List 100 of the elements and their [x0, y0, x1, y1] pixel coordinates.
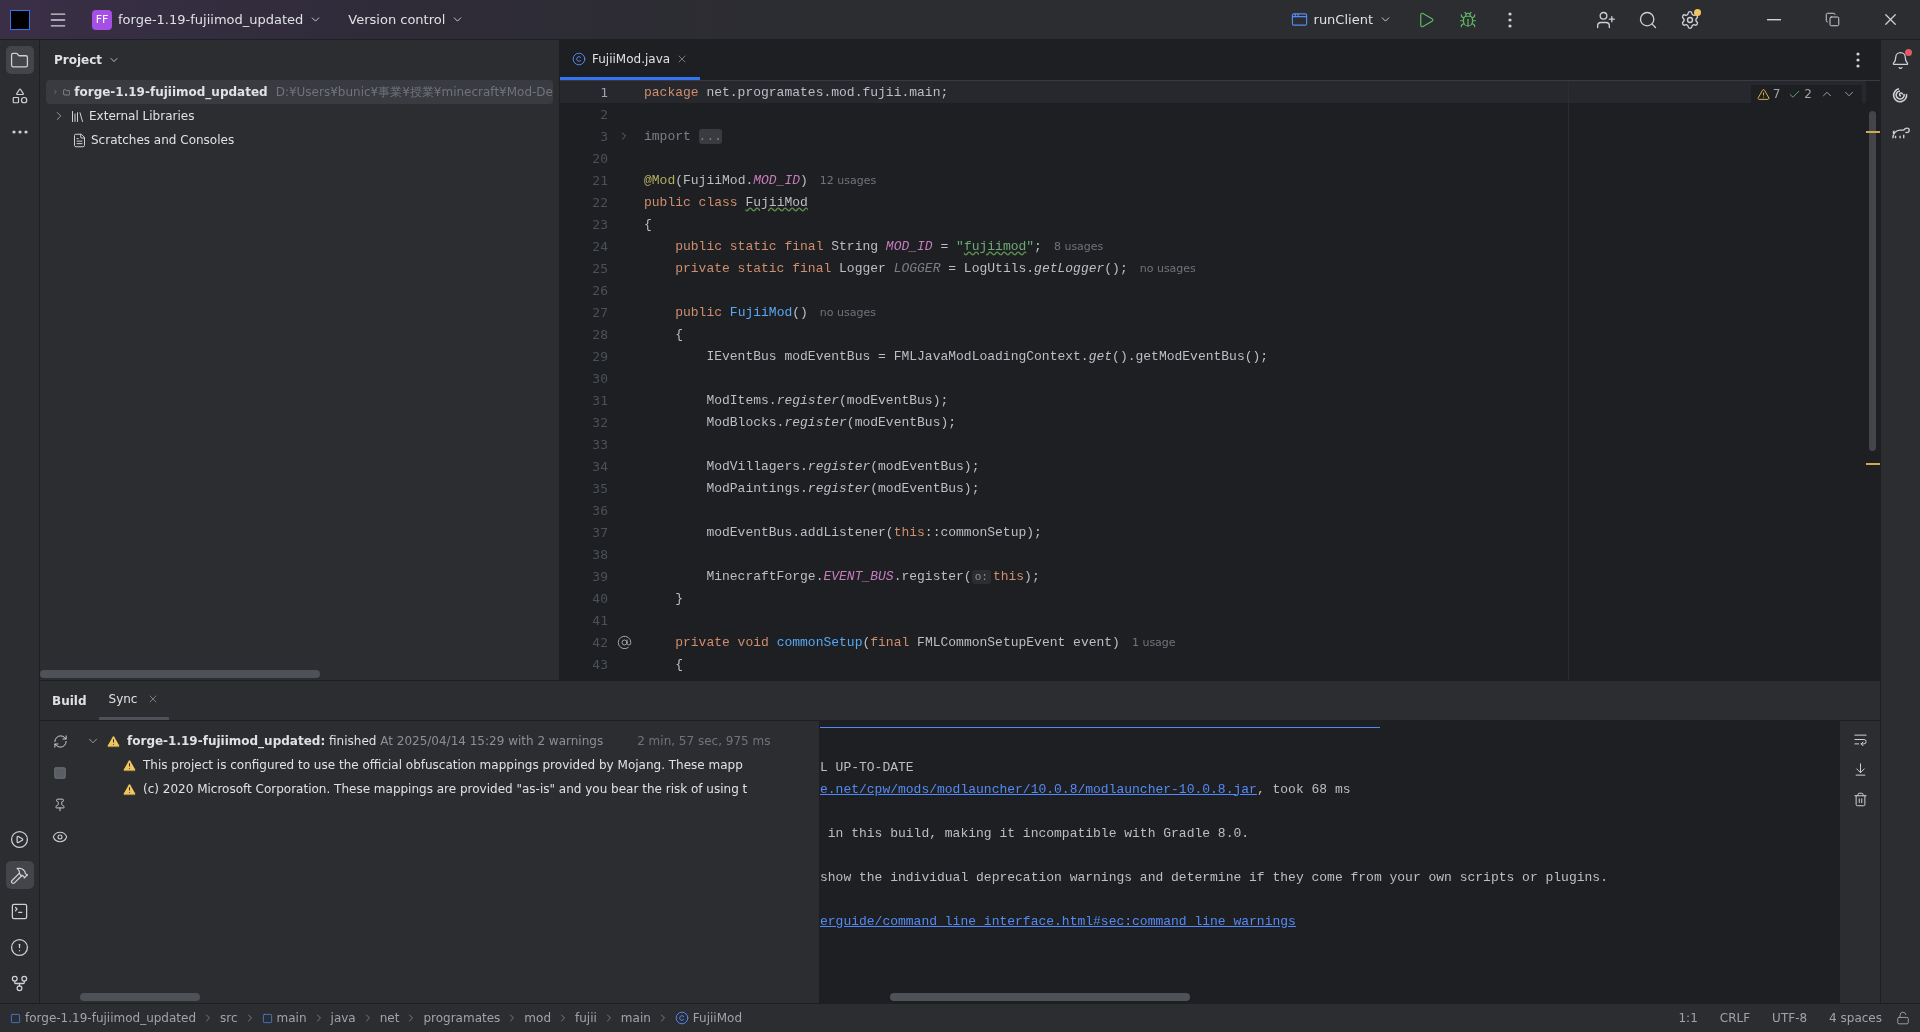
horizontal-scrollbar[interactable]	[890, 993, 1190, 1001]
usage-hint[interactable]: no usages	[819, 305, 876, 319]
project-switcher[interactable]: FF forge-1.19-fujiimod_updated	[86, 5, 329, 34]
warning-icon	[106, 733, 121, 749]
usage-hint[interactable]: 12 usages	[819, 173, 877, 187]
build-message[interactable]: This project is configured to use the official obfuscation mappings provided by Mojang. These mapp	[143, 758, 743, 772]
breadcrumb[interactable]: mod	[524, 1011, 551, 1025]
file-encoding[interactable]: UTF-8	[1764, 1011, 1816, 1025]
warning-icon	[1756, 87, 1770, 101]
code-line: IEventBus modEventBus = FMLJavaModLoadingContext.get().getModEventBus();	[705, 348, 1269, 364]
tree-node-label[interactable]: forge-1.19-fujiimod_updated	[74, 85, 268, 99]
eye-icon	[52, 829, 68, 845]
update-dot	[1694, 8, 1701, 16]
code-line: ModVillagers.register(modEventBus);	[705, 458, 980, 474]
code-line: private static final Logger LOGGER = LogUtils.getLogger();	[674, 260, 1128, 276]
run-configuration-selector[interactable]: runClient	[1284, 7, 1398, 32]
indent-setting[interactable]: 4 spaces	[1821, 1011, 1890, 1025]
warning-icon	[122, 781, 137, 797]
code-line: {	[674, 656, 683, 672]
hammer-icon	[10, 865, 29, 885]
warning-count[interactable]: 7	[1756, 87, 1781, 101]
project-badge: FF	[92, 9, 112, 30]
scratches-icon	[72, 132, 87, 148]
breadcrumb[interactable]: main	[261, 1011, 307, 1025]
code-line: @Mod(FujiiMod.MOD_ID)	[643, 172, 808, 188]
folder-icon	[10, 50, 29, 70]
more-icon	[11, 130, 28, 134]
tool-window-title: Build	[51, 692, 88, 710]
bug-icon	[1459, 10, 1477, 29]
code-line: {	[643, 216, 652, 232]
project-tool-button[interactable]	[5, 46, 34, 74]
class-icon	[674, 1011, 689, 1025]
version-control-menu[interactable]: Version control	[342, 8, 471, 31]
console-line: e.net/cpw/mods/modlauncher/10.0.8/modlauncher-10.0.8.jar, took 68 ms	[820, 780, 1352, 799]
sync-tab[interactable]: Sync	[98, 681, 170, 720]
trash-icon	[1852, 791, 1868, 807]
code-line: modEventBus.addListener(this::commonSetup);	[705, 524, 1042, 540]
settings-icon	[1680, 9, 1700, 30]
notification-dot	[1904, 49, 1912, 56]
build-tool-button[interactable]	[5, 861, 34, 889]
console-link[interactable]: e.net/cpw/mods/modlauncher/10.0.8/modlauncher-10.0.8.jar	[820, 781, 1257, 797]
code-line: }	[674, 590, 683, 606]
stop-icon	[53, 766, 67, 780]
class-icon	[572, 51, 586, 66]
horizontal-scrollbar[interactable]	[80, 993, 200, 1001]
refresh-icon	[52, 733, 68, 749]
bell-icon	[1891, 50, 1910, 70]
build-duration: 2 min, 57 sec, 975 ms	[637, 734, 771, 748]
usage-hint[interactable]: no usages	[1139, 261, 1196, 275]
restore-icon	[1824, 12, 1840, 27]
git-branch-icon	[10, 973, 29, 993]
more-icon	[1508, 11, 1512, 28]
search-icon	[1638, 9, 1658, 30]
weak-warning-count[interactable]: 2	[1788, 87, 1812, 101]
more-icon	[1856, 52, 1860, 68]
breadcrumb[interactable]: src	[220, 1011, 238, 1025]
project-name: forge-1.19-fujiimod_updated	[118, 12, 304, 27]
breadcrumb[interactable]: net	[379, 1011, 400, 1025]
app-logo-icon	[10, 9, 30, 30]
terminal-icon	[10, 901, 29, 921]
module-icon	[10, 1012, 21, 1024]
project-view-selector[interactable]: Project	[48, 49, 127, 71]
breadcrumb[interactable]: java	[330, 1011, 356, 1025]
usage-hint[interactable]: 1 usage	[1131, 635, 1176, 649]
code-line: import ...	[643, 128, 722, 144]
breadcrumb[interactable]: forge-1.19-fujiimod_updated	[10, 1011, 197, 1025]
breadcrumb[interactable]: programates	[423, 1011, 501, 1025]
console-line: in this build, making it incompatible with Gradle 8.0.	[826, 824, 1251, 843]
wrap-icon	[1852, 731, 1868, 747]
code-line: public FujiiMod()	[674, 304, 808, 320]
console-link[interactable]: erguide/command_line_interface.html#sec:command_line_warnings	[820, 913, 1296, 929]
module-icon	[261, 1012, 273, 1024]
build-message[interactable]: (c) 2020 Microsoft Corporation. These mappings are provided "as-is" and you bear the risk of using t	[143, 782, 748, 796]
run-icon	[1417, 10, 1435, 29]
breadcrumb[interactable]: fujii	[575, 1011, 597, 1025]
vertical-scrollbar[interactable]	[1869, 111, 1876, 451]
play-circle-icon	[10, 829, 29, 849]
tree-node-label[interactable]: Scratches and Consoles	[91, 133, 235, 147]
warning-icon	[122, 757, 137, 773]
pin-icon	[53, 798, 67, 812]
breadcrumb[interactable]: main	[620, 1011, 651, 1025]
code-line: public static final String MOD_ID = "fujiimod";	[674, 238, 1042, 254]
problems-icon	[10, 937, 29, 957]
usage-hint[interactable]: 8 usages	[1053, 239, 1104, 253]
at-sign-icon[interactable]	[616, 634, 632, 650]
breadcrumb[interactable]: FujiiMod	[674, 1011, 742, 1025]
code-line: ModItems.register(modEventBus);	[705, 392, 949, 408]
caret-position[interactable]: 1:1	[1670, 1011, 1706, 1025]
add-user-icon	[1596, 9, 1616, 30]
horizontal-scrollbar[interactable]	[40, 670, 320, 678]
code-line: ModBlocks.register(modEventBus);	[705, 414, 957, 430]
code-line: MinecraftForge.EVENT_BUS.register( o: this);	[705, 568, 1040, 584]
tree-node-label[interactable]: External Libraries	[89, 109, 195, 123]
minimize-icon	[1767, 18, 1781, 21]
console-line: L UP-TO-DATE	[820, 758, 915, 777]
structure-icon	[10, 87, 29, 105]
line-separator[interactable]: CRLF	[1711, 1011, 1759, 1025]
library-icon	[70, 108, 85, 124]
build-result[interactable]: forge-1.19-fujiimod_updated: finished At 2025/04/14 15:29 with 2 warnings	[127, 734, 604, 748]
unlocked-icon[interactable]	[1896, 1011, 1910, 1025]
